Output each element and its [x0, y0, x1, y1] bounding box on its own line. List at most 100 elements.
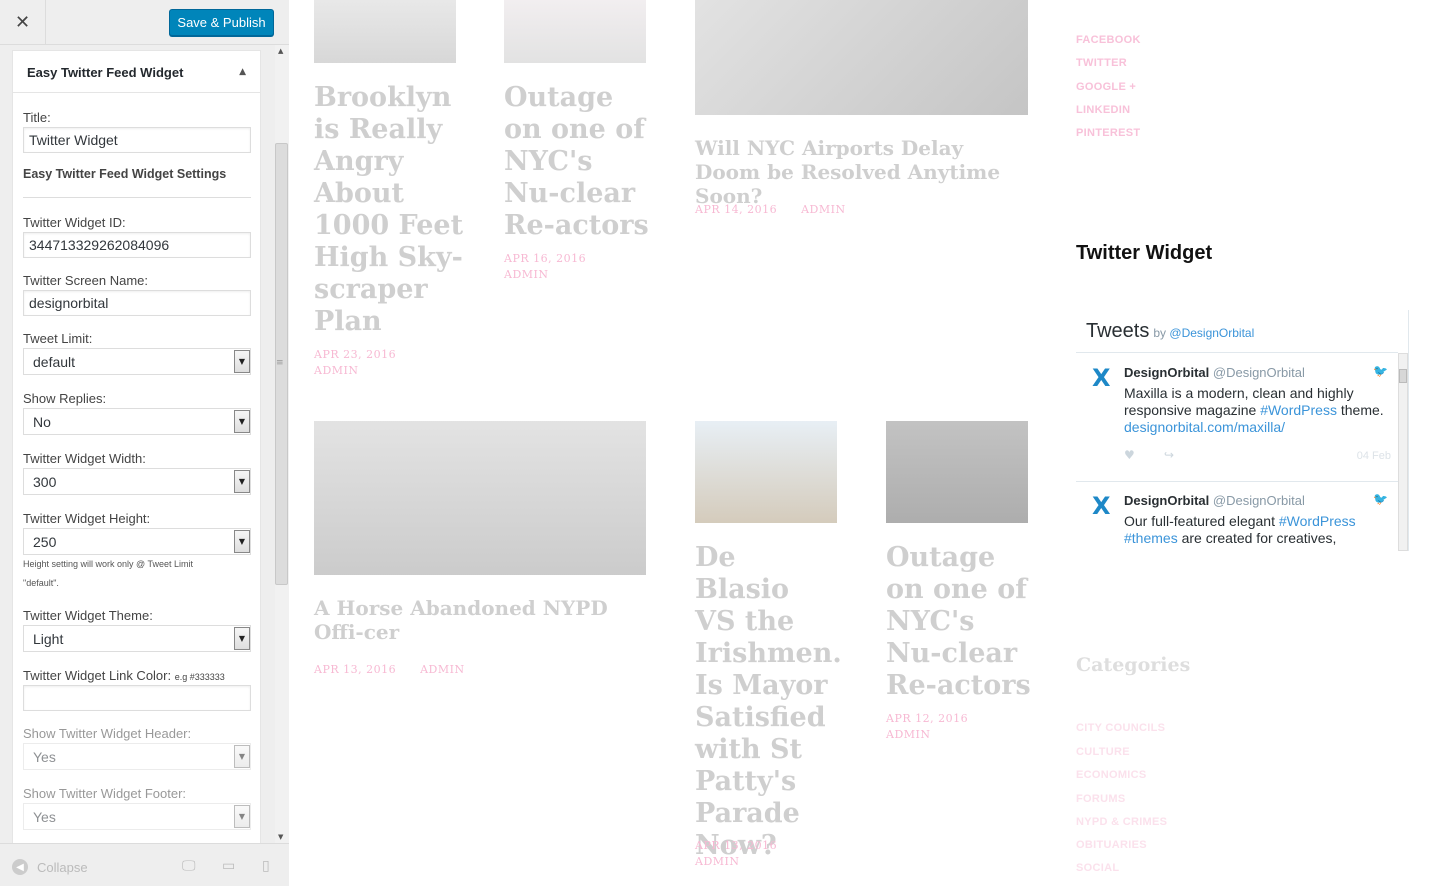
dropdown-arrow-icon[interactable]: ▼ [234, 745, 250, 768]
widget-panel-header[interactable]: Easy Twitter Feed Widget ▲ [13, 51, 260, 93]
tweet-date[interactable]: 04 Feb [1357, 450, 1391, 462]
post-date: APR 13, 2016 [314, 663, 397, 676]
twitter-timeline: Tweets by @DesignOrbital X DesignOrbital … [1076, 310, 1409, 551]
tweet-author[interactable]: DesignOrbital @DesignOrbital [1124, 365, 1305, 380]
height-note: Height setting will work only @ Tweet Li… [23, 555, 251, 593]
like-icon[interactable]: ♥ [1124, 448, 1135, 462]
dropdown-arrow-icon[interactable]: ▼ [234, 350, 250, 373]
twitter-bird-icon[interactable]: 🐦 [1373, 364, 1388, 378]
post-image[interactable] [314, 0, 456, 63]
height-note-line-1: Height setting will work only @ Tweet Li… [23, 559, 194, 569]
tweet-author-name: DesignOrbital [1124, 365, 1210, 380]
social-link-google[interactable]: GOOGLE + [1076, 81, 1136, 93]
scrollbar-thumb[interactable] [1399, 369, 1407, 383]
hashtag-link[interactable]: #themes [1124, 530, 1178, 546]
tweet-limit-label: Tweet Limit: [23, 331, 93, 346]
tweets-title: Tweets [1086, 320, 1150, 342]
tweet-text-part: Our full-featured elegant [1124, 513, 1279, 529]
tweet-text-part: are created for creatives, [1177, 530, 1337, 546]
widget-id-input[interactable]: 344713329262084096 [23, 232, 251, 258]
twitter-bird-icon[interactable]: 🐦 [1373, 492, 1388, 506]
post-meta: APR 12, 2016 ADMIN [886, 711, 968, 743]
post-title[interactable]: Outage on one of NYC's Nu-clear Re-actor… [886, 542, 1031, 702]
tweet-text-part: theme. [1336, 402, 1384, 418]
dropdown-arrow-icon[interactable]: ▼ [234, 627, 250, 650]
tablet-preview-icon[interactable]: ▭ [222, 858, 235, 874]
collapse-button[interactable]: ◀ Collapse [12, 859, 88, 875]
post-title[interactable]: De Blasio VS the Irishmen. Is Mayor Sati… [695, 542, 842, 862]
title-input[interactable]: Twitter Widget [23, 127, 251, 153]
widget-theme-value: Light [33, 631, 64, 647]
social-link-linkedin[interactable]: LINKEDIN [1076, 104, 1130, 116]
save-publish-button[interactable]: Save & Publish [169, 9, 274, 36]
dropdown-arrow-icon[interactable]: ▼ [234, 805, 250, 828]
widget-height-select[interactable]: 250 ▼ [23, 528, 251, 555]
post-image[interactable] [695, 421, 837, 523]
tweet-limit-select[interactable]: default ▼ [23, 348, 251, 375]
show-header-value: Yes [33, 749, 56, 765]
settings-heading: Easy Twitter Feed Widget Settings [23, 167, 227, 181]
post-title[interactable]: A Horse Abandoned NYPD Offi-cer [314, 596, 644, 644]
social-link-facebook[interactable]: FACEBOOK [1076, 34, 1141, 46]
tweet-url-link[interactable]: designorbital.com/maxilla/ [1124, 419, 1285, 435]
show-footer-label: Show Twitter Widget Footer: [23, 786, 187, 801]
category-link[interactable]: OBITUARIES [1076, 839, 1147, 851]
timeline-scrollbar[interactable] [1398, 353, 1408, 551]
show-replies-select[interactable]: No ▼ [23, 408, 251, 435]
site-preview: Brooklyn is Really Angry About 1000 Feet… [290, 0, 1433, 886]
timeline-header: Tweets by @DesignOrbital [1086, 320, 1254, 343]
post-title[interactable]: Will NYC Airports Delay Doom be Resolved… [695, 136, 1025, 208]
show-replies-label: Show Replies: [23, 391, 107, 406]
show-footer-select[interactable]: Yes ▼ [23, 803, 251, 830]
close-icon: ✕ [14, 12, 31, 33]
social-link-pinterest[interactable]: PINTEREST [1076, 127, 1140, 139]
divider [1076, 352, 1398, 353]
hashtag-link[interactable]: #WordPress [1279, 513, 1356, 529]
category-link[interactable]: ECONOMICS [1076, 769, 1147, 781]
designorbital-avatar[interactable]: X [1092, 366, 1112, 390]
tweets-by: by @DesignOrbital [1153, 326, 1254, 340]
categories-heading: Categories [1076, 654, 1191, 676]
dropdown-arrow-icon[interactable]: ▼ [234, 410, 250, 433]
mobile-preview-icon[interactable]: ▯ [262, 858, 270, 874]
tweet-author-name: DesignOrbital [1124, 493, 1210, 508]
link-color-label: Twitter Widget Link Color: e.g #333333 [23, 668, 225, 683]
by-handle-link[interactable]: @DesignOrbital [1169, 326, 1254, 340]
category-link[interactable]: NYPD & CRIMES [1076, 816, 1167, 828]
post-title[interactable]: Outage on one of NYC's Nu-clear Re-actor… [504, 82, 649, 242]
category-link[interactable]: FORUMS [1076, 793, 1125, 805]
category-link[interactable]: CITY COUNCILS [1076, 722, 1165, 734]
dropdown-arrow-icon[interactable]: ▼ [234, 530, 250, 553]
post-image[interactable] [886, 421, 1028, 523]
category-link[interactable]: SOCIAL [1076, 862, 1119, 874]
widget-width-select[interactable]: 300 ▼ [23, 468, 251, 495]
screen-name-input[interactable]: designorbital [23, 290, 251, 316]
category-link[interactable]: CULTURE [1076, 746, 1130, 758]
collapse-arrow-icon[interactable]: ▲ [239, 67, 246, 77]
dropdown-arrow-icon[interactable]: ▼ [234, 470, 250, 493]
tweet-author[interactable]: DesignOrbital @DesignOrbital [1124, 493, 1305, 508]
sidebar-scrollbar[interactable]: ▲ ▼ [275, 45, 289, 843]
social-link-twitter[interactable]: TWITTER [1076, 57, 1127, 69]
post-meta: APR 16, 2016 ADMIN [504, 251, 586, 283]
post-meta: APR 13, 2016 ADMIN [314, 662, 465, 678]
widget-theme-select[interactable]: Light ▼ [23, 625, 251, 652]
post-meta: APR 14, 2016 ADMIN [695, 202, 846, 218]
post-meta: APR 13, 2016 ADMIN [695, 838, 777, 870]
link-color-input[interactable] [23, 685, 251, 711]
scroll-up-icon[interactable]: ▲ [278, 47, 283, 55]
resize-grip-icon[interactable]: ≡ [276, 358, 284, 368]
post-image[interactable] [314, 421, 646, 575]
post-date: APR 16, 2016 [504, 252, 587, 265]
desktop-preview-icon[interactable]: 🖵 [182, 858, 196, 874]
hashtag-link[interactable]: #WordPress [1260, 402, 1337, 418]
share-icon[interactable]: ↪ [1164, 448, 1174, 462]
designorbital-avatar[interactable]: X [1092, 494, 1112, 518]
scroll-down-icon[interactable]: ▼ [278, 833, 283, 841]
close-button[interactable]: ✕ [0, 0, 46, 45]
post-image[interactable] [504, 0, 646, 63]
show-header-select[interactable]: Yes ▼ [23, 743, 251, 770]
widget-theme-label: Twitter Widget Theme: [23, 608, 153, 623]
post-image[interactable] [695, 0, 1028, 115]
post-title[interactable]: Brooklyn is Really Angry About 1000 Feet… [314, 82, 464, 338]
